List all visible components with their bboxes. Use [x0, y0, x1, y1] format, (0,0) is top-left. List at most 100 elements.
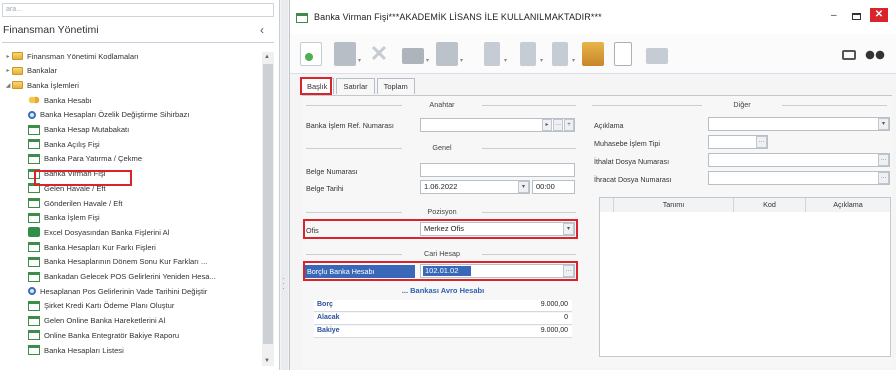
ref-add-button[interactable]: +	[564, 119, 574, 131]
bakiye-value: 9.000,00	[540, 327, 568, 334]
binoculars-icon[interactable]	[865, 48, 885, 60]
selected-item-highlight	[34, 170, 132, 186]
tree-item[interactable]: Banka Hesapları Özelik Değiştirme Sihirb…	[28, 108, 189, 122]
form-icon	[28, 330, 40, 341]
minimize-button[interactable]: –	[831, 10, 837, 21]
grid-header-tanimi[interactable]: Tanımı	[614, 198, 734, 212]
scrollbar-thumb[interactable]	[263, 64, 273, 344]
tree-item[interactable]: Bankadan Gelecek POS Gelirlerini Yeniden…	[28, 270, 216, 284]
save-dropdown-icon[interactable]: ▾	[358, 57, 361, 64]
first-icon[interactable]	[484, 42, 500, 66]
belge-tarih-input[interactable]: 1.06.2022	[420, 180, 530, 194]
tree-item[interactable]: Banka İşlem Fişi	[28, 211, 100, 225]
tree-item[interactable]: Hesaplanan Pos Gelirlerinin Vade Tarihin…	[28, 284, 207, 298]
prev-dropdown-icon[interactable]: ▾	[540, 57, 543, 64]
print-dropdown-icon[interactable]: ▾	[426, 57, 429, 64]
scroll-down-arrow-icon[interactable]: ▼	[264, 358, 270, 364]
form-icon	[28, 345, 40, 355]
alacak-label: Alacak	[317, 314, 340, 321]
tree-item-label: Banka Hesapları Kur Farkı Fişleri	[44, 242, 156, 252]
next-icon[interactable]	[552, 42, 568, 66]
collapsed-arrow-icon[interactable]: ▸	[4, 53, 12, 60]
folder-icon	[12, 52, 23, 60]
muhasebe-label: Muhasebe İşlem Tipi	[594, 139, 660, 148]
ref-lookup-button[interactable]: ···	[553, 119, 563, 131]
tree-item-label: Banka İşlemleri	[27, 80, 79, 90]
briefcase-icon[interactable]	[582, 42, 604, 66]
new-icon[interactable]	[300, 42, 322, 66]
document-icon[interactable]	[614, 42, 632, 66]
grid-header-aciklama[interactable]: Açıklama	[806, 198, 890, 212]
aciklama-label: Açıklama	[594, 121, 624, 130]
aciklama-input[interactable]	[708, 117, 890, 131]
mag-icon	[28, 110, 36, 119]
tree-item[interactable]: Banka Açılış Fişi	[28, 137, 100, 151]
detail-grid[interactable]: Tanımı Kod Açıklama	[599, 197, 891, 357]
splitter-grip-icon[interactable]: · · ·	[282, 275, 285, 293]
tree-item[interactable]: Banka Hesapları Listesi	[28, 343, 124, 357]
form-icon	[28, 212, 40, 223]
saat-input[interactable]: 00:00	[532, 180, 575, 194]
ihracat-lookup-button[interactable]: ···	[878, 172, 889, 184]
tab-toplam[interactable]: Toplam	[376, 78, 415, 94]
aciklama-dropdown-icon[interactable]: ▾	[878, 118, 889, 130]
ithalat-lookup-button[interactable]: ···	[878, 154, 889, 166]
chevron-left-icon[interactable]: ‹	[260, 23, 264, 37]
tree-item[interactable]: Banka Hesaplarının Dönem Sonu Kur Farkla…	[28, 255, 207, 269]
tab-highlight	[300, 77, 332, 95]
monitor-icon[interactable]	[842, 50, 856, 60]
tree-item-label: Banka Hesabı	[44, 95, 92, 105]
tree-item[interactable]: Gelen Online Banka Hareketlerini Al	[28, 314, 165, 328]
print-icon[interactable]	[402, 48, 424, 64]
tree-item[interactable]: ◢ Banka İşlemleri	[4, 78, 79, 92]
muhasebe-lookup-button[interactable]: ···	[756, 136, 767, 148]
prev-icon[interactable]	[520, 42, 536, 66]
splitter[interactable]	[281, 0, 288, 370]
grid-header-kod[interactable]: Kod	[734, 198, 806, 212]
section-pozisyon: Pozisyon	[402, 207, 482, 216]
tree-item[interactable]: Banka Hesapları Kur Farkı Fişleri	[28, 240, 156, 254]
tree-item-label: Bankalar	[27, 66, 57, 76]
tree-item-label: Banka Hesap Mutabakatı	[44, 125, 130, 134]
bakiye-row: Bakiye 9.000,00	[314, 326, 572, 338]
scroll-up-arrow-icon[interactable]: ▲	[264, 54, 270, 60]
tree-item[interactable]: Banka Hesap Mutabakatı	[28, 123, 129, 137]
xl-icon	[28, 227, 40, 238]
navigation-panel: ara... Finansman Yönetimi ‹ ▸ Finansman Y…	[0, 0, 280, 370]
window-title: Banka Virman Fişi***AKADEMİK LİSANS İLE …	[314, 12, 602, 22]
tree-item[interactable]: Excel Dosyasından Banka Fişlerini Al	[28, 225, 169, 239]
close-button[interactable]: ✕	[870, 8, 888, 22]
tree-item[interactable]: Şirket Kredi Kartı Ödeme Planı Oluştur	[28, 299, 174, 313]
ref-go-button[interactable]: ▸	[542, 119, 552, 131]
tree-item[interactable]: Gönderilen Havale / Eft	[28, 196, 123, 210]
search-input[interactable]: ara...	[2, 3, 274, 17]
mag-icon	[28, 287, 36, 296]
belge-tarih-label: Belge Tarihi	[306, 184, 344, 193]
tree-item[interactable]: Banka Hesabı	[28, 93, 92, 107]
delete-icon[interactable]: ✕	[368, 42, 390, 66]
copy-dropdown-icon[interactable]: ▾	[460, 57, 463, 64]
next-dropdown-icon[interactable]: ▾	[572, 57, 575, 64]
tree-item-label: Finansman Yönetimi Kodlamaları	[27, 51, 139, 61]
ithalat-input[interactable]	[708, 153, 890, 167]
save-icon[interactable]	[334, 42, 356, 66]
date-dropdown-icon[interactable]: ▾	[518, 181, 529, 193]
folder-icon[interactable]	[646, 48, 668, 64]
maximize-button[interactable]	[852, 13, 861, 20]
section-anahtar: Anahtar	[402, 100, 482, 109]
tree-item-label: Online Banka Entegratör Bakiye Raporu	[44, 330, 180, 340]
first-dropdown-icon[interactable]: ▾	[504, 57, 507, 64]
tree-item[interactable]: ▸ Bankalar	[4, 64, 57, 78]
tab-satirlar[interactable]: Satırlar	[336, 78, 375, 94]
form-icon	[28, 124, 40, 135]
expanded-arrow-icon[interactable]: ◢	[4, 82, 12, 89]
collapsed-arrow-icon[interactable]: ▸	[4, 67, 12, 74]
tree-item[interactable]: Online Banka Entegratör Bakiye Raporu	[28, 328, 179, 342]
tree-item[interactable]: ▸ Finansman Yönetimi Kodlamaları	[4, 49, 139, 63]
bakiye-label: Bakiye	[317, 327, 340, 334]
ihracat-input[interactable]	[708, 171, 890, 185]
belge-no-input[interactable]	[420, 163, 575, 177]
tree-item[interactable]: Banka Para Yatırma / Çekme	[28, 152, 142, 166]
copy-icon[interactable]	[436, 42, 458, 66]
form-icon	[28, 256, 40, 267]
